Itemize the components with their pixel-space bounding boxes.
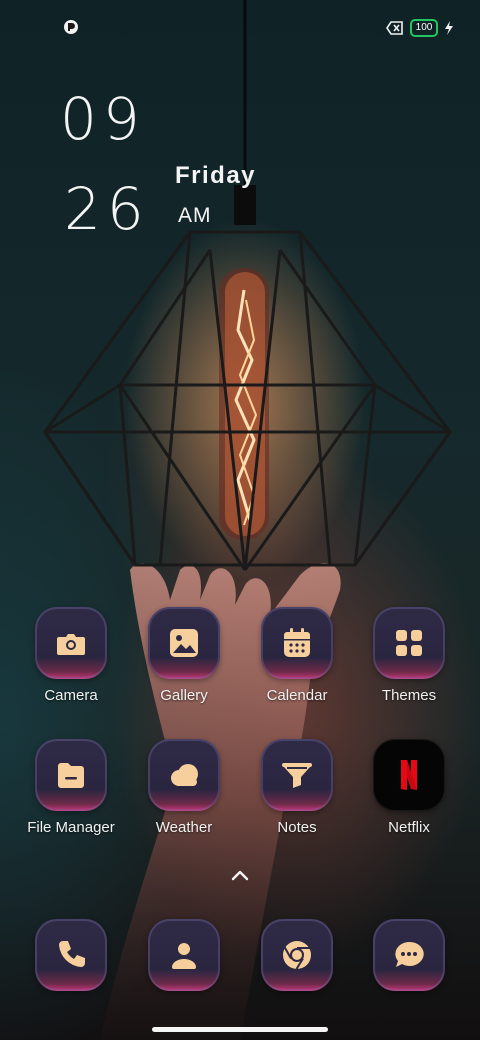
status-bar: 100 [0, 0, 480, 54]
app-drawer-arrow-icon[interactable] [228, 866, 252, 884]
app-file-manager[interactable]: File Manager [16, 739, 126, 836]
themes-app-icon[interactable] [373, 607, 445, 679]
contacts-app-icon[interactable] [148, 919, 220, 991]
dock-phone[interactable] [16, 919, 126, 991]
clock-hour: 09 [60, 85, 146, 153]
netflix-app-icon[interactable] [373, 739, 445, 811]
app-notification-icon [64, 20, 78, 34]
dock-messages[interactable] [354, 919, 464, 991]
app-gallery[interactable]: Gallery [129, 607, 239, 704]
clock-ampm: AM [178, 204, 212, 227]
camera-app-icon[interactable] [35, 607, 107, 679]
app-weather[interactable]: Weather [129, 739, 239, 836]
folder-icon [58, 763, 84, 788]
charging-bolt-icon [445, 21, 453, 35]
messages-app-icon[interactable] [373, 919, 445, 991]
chrome-icon [283, 941, 311, 970]
sim-x-icon [386, 21, 403, 35]
clock-day: Friday [175, 162, 257, 189]
file-manager-app-icon[interactable] [35, 739, 107, 811]
phone-app-icon[interactable] [35, 919, 107, 991]
app-label: Themes [381, 687, 437, 704]
app-label: Weather [155, 819, 213, 836]
netflix-icon [401, 760, 417, 790]
chrome-app-icon[interactable] [261, 919, 333, 991]
app-themes[interactable]: Themes [354, 607, 464, 704]
wallpaper-image [42, 0, 453, 1040]
app-label: Calendar [266, 687, 328, 704]
calendar-app-icon[interactable] [261, 607, 333, 679]
messages-icon [395, 941, 424, 967]
camera-icon [57, 634, 85, 655]
status-right-group: 100 [386, 19, 454, 37]
clock-minute: 26 [64, 175, 150, 243]
app-camera[interactable]: Camera [16, 607, 126, 704]
app-notes[interactable]: Notes [242, 739, 352, 836]
app-label: Gallery [160, 687, 208, 704]
dock-chrome[interactable] [242, 919, 352, 991]
contacts-icon [172, 943, 196, 969]
app-netflix[interactable]: Netflix [354, 739, 464, 836]
app-calendar[interactable]: Calendar [242, 607, 352, 704]
dock-contacts[interactable] [129, 919, 239, 991]
home-gesture-bar[interactable] [152, 1027, 328, 1032]
gallery-app-icon[interactable] [148, 607, 220, 679]
notes-icon [282, 763, 312, 788]
calendar-icon [284, 628, 310, 657]
gallery-icon [170, 629, 198, 657]
battery-level: 100 [415, 22, 433, 33]
app-label: File Manager [27, 819, 115, 836]
weather-app-icon[interactable] [148, 739, 220, 811]
themes-icon [396, 630, 422, 656]
notes-app-icon[interactable] [261, 739, 333, 811]
app-label: Netflix [388, 819, 430, 836]
app-label: Camera [44, 687, 98, 704]
cloud-icon [171, 764, 198, 786]
battery-icon: 100 [410, 19, 438, 37]
phone-icon [59, 941, 85, 967]
app-label: Notes [277, 819, 317, 836]
